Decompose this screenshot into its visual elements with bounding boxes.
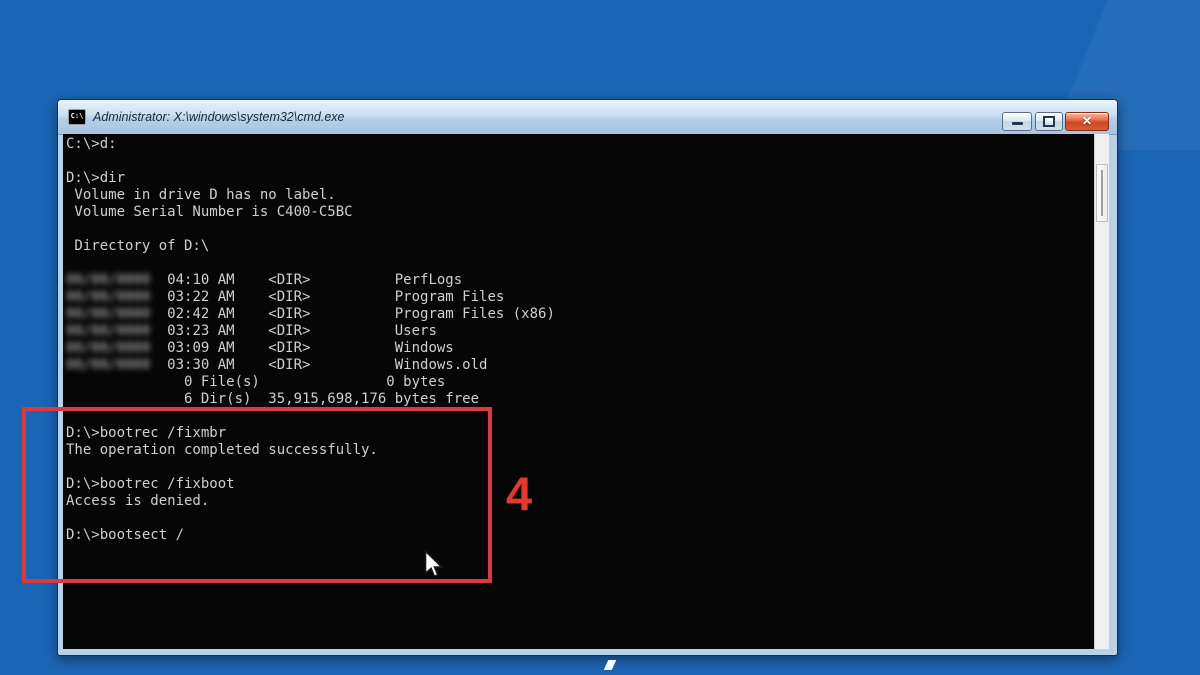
dir-row-text: 02:42 AM <DIR> Program Files (x86) [150, 306, 555, 322]
maximize-icon [1043, 116, 1055, 127]
window-title: Administrator: X:\windows\system32\cmd.e… [93, 110, 345, 124]
dir-row-text: 03:22 AM <DIR> Program Files [150, 289, 505, 305]
dir-row: 00/00/0000 03:23 AM <DIR> Users [66, 323, 1094, 340]
redacted-date-blur: 00/00/0000 [66, 306, 151, 322]
dir-row: 00/00/0000 03:22 AM <DIR> Program Files [66, 289, 1094, 306]
vertical-scrollbar[interactable] [1094, 134, 1109, 649]
console-area: C:\>d: D:\>dir Volume in drive D has no … [63, 134, 1109, 649]
dir-summary-line: 0 File(s) 0 bytes [66, 374, 446, 390]
console-line: The operation completed successfully. [66, 442, 378, 458]
redacted-date-blur: 00/00/0000 [66, 357, 151, 373]
dir-row: 00/00/0000 02:42 AM <DIR> Program Files … [66, 306, 1094, 323]
dir-row-text: 03:23 AM <DIR> Users [150, 323, 437, 339]
dir-row-text: 04:10 AM <DIR> PerfLogs [150, 272, 463, 288]
redacted-date-blur: 00/00/0000 [66, 272, 151, 288]
cmd-window: C:\ Administrator: X:\windows\system32\c… [57, 99, 1118, 656]
console-line: D:\>dir [66, 170, 126, 186]
scrollbar-thumb[interactable] [1096, 164, 1108, 222]
partial-watermark [603, 660, 617, 670]
dir-row-text: 03:09 AM <DIR> Windows [150, 340, 454, 356]
dir-row: 00/00/0000 04:10 AM <DIR> PerfLogs [66, 272, 1094, 289]
console-line: Directory of D:\ [66, 238, 210, 254]
terminal-output[interactable]: C:\>d: D:\>dir Volume in drive D has no … [63, 134, 1094, 649]
cmd-icon: C:\ [68, 109, 86, 125]
console-line: C:\>d: [66, 136, 117, 152]
console-line: D:\>bootrec /fixboot [66, 476, 235, 492]
close-icon: ✕ [1081, 114, 1093, 128]
console-line: Volume Serial Number is C400-C5BC [66, 204, 353, 220]
redacted-date-blur: 00/00/0000 [66, 289, 151, 305]
dir-summary-line: 6 Dir(s) 35,915,698,176 bytes free [66, 391, 480, 407]
console-line: D:\>bootrec /fixmbr [66, 425, 227, 441]
minimize-button[interactable] [1002, 112, 1032, 131]
console-line: Access is denied. [66, 493, 210, 509]
close-button[interactable]: ✕ [1065, 112, 1109, 131]
console-line: Volume in drive D has no label. [66, 187, 336, 203]
annotation-step-number: 4 [506, 467, 533, 520]
dir-row: 00/00/0000 03:09 AM <DIR> Windows [66, 340, 1094, 357]
window-titlebar[interactable]: C:\ Administrator: X:\windows\system32\c… [58, 100, 1117, 135]
minimize-icon [1011, 122, 1023, 125]
maximize-button[interactable] [1035, 112, 1063, 131]
redacted-date-blur: 00/00/0000 [66, 323, 151, 339]
redacted-date-blur: 00/00/0000 [66, 340, 151, 356]
dir-row: 00/00/0000 03:30 AM <DIR> Windows.old [66, 357, 1094, 374]
console-line: D:\>bootsect / [66, 527, 185, 543]
dir-row-text: 03:30 AM <DIR> Windows.old [150, 357, 488, 373]
